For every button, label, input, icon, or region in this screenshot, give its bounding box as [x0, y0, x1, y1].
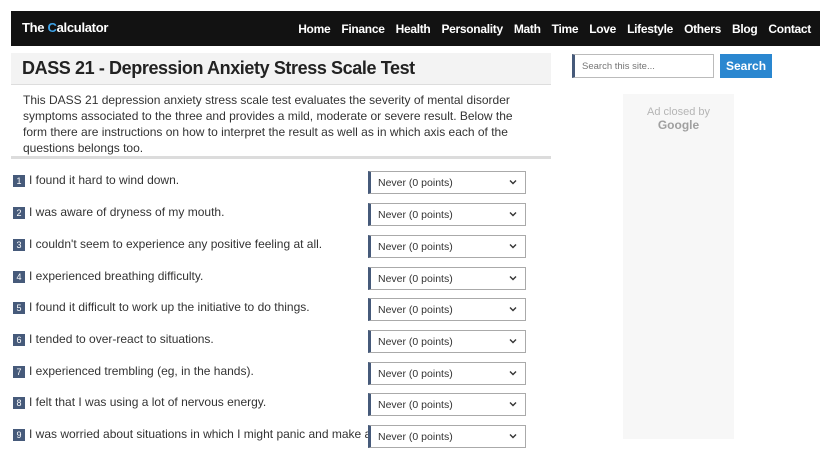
title-box: DASS 21 - Depression Anxiety Stress Scal… [11, 53, 551, 85]
nav-link-contact[interactable]: Contact [768, 22, 811, 36]
question-row: 9I was worried about situations in which… [11, 425, 551, 453]
intro-paragraph: This DASS 21 depression anxiety stress s… [23, 93, 513, 155]
logo-text-rest: alculator [56, 20, 109, 35]
chevron-down-icon [509, 339, 517, 344]
chevron-down-icon [509, 180, 517, 185]
answer-select[interactable]: Never (0 points) [368, 393, 526, 416]
question-number-badge: 7 [13, 366, 25, 378]
nav-link-math[interactable]: Math [514, 22, 541, 36]
chevron-down-icon [509, 307, 517, 312]
search-input[interactable] [575, 55, 714, 77]
nav-link-health[interactable]: Health [396, 22, 431, 36]
answer-selected-value: Never (0 points) [378, 209, 453, 221]
answer-select[interactable]: Never (0 points) [368, 203, 526, 226]
top-navigation-bar: The Calculator Home Finance Health Personal… [11, 11, 820, 46]
question-row: 4 I experienced breathing difficulty. Neve… [11, 267, 551, 295]
question-row: 6 I tended to over-react to situations. Ne… [11, 330, 551, 358]
nav-link-others[interactable]: Others [684, 22, 721, 36]
search-field[interactable] [572, 54, 714, 78]
answer-selected-value: Never (0 points) [378, 241, 453, 253]
main-nav: Home Finance Health Personality Math Time Love… [298, 11, 820, 46]
question-number-badge: 1 [13, 175, 25, 187]
answer-selected-value: Never (0 points) [378, 399, 453, 411]
question-number-badge: 6 [13, 334, 25, 346]
nav-link-love[interactable]: Love [589, 22, 616, 36]
question-row: 1 I found it hard to wind down. Never (0 p… [11, 171, 551, 199]
question-row: 7 I experienced trembling (eg, in the han… [11, 362, 551, 390]
ad-placeholder: Ad closed by Google [623, 94, 734, 439]
search-button[interactable]: Search [720, 54, 772, 78]
question-row: 8 I felt that I was using a lot of nervou… [11, 393, 551, 421]
answer-select[interactable]: Never (0 points) [368, 267, 526, 290]
main-content: DASS 21 - Depression Anxiety Stress Scal… [11, 53, 551, 159]
question-text: I experienced trembling (eg, in the hand… [29, 364, 254, 378]
nav-link-lifestyle[interactable]: Lifestyle [627, 22, 673, 36]
answer-select[interactable]: Never (0 points) [368, 330, 526, 353]
question-number-badge: 3 [13, 239, 25, 251]
question-text: I tended to over-react to situations. [29, 332, 214, 346]
answer-selected-value: Never (0 points) [378, 273, 453, 285]
answer-select[interactable]: Never (0 points) [368, 298, 526, 321]
nav-link-blog[interactable]: Blog [732, 22, 758, 36]
question-row: 3 I couldn't seem to experience any posit… [11, 235, 551, 263]
answer-select[interactable]: Never (0 points) [368, 362, 526, 385]
question-text: I felt that I was using a lot of nervous… [29, 395, 267, 409]
question-number-badge: 9 [13, 429, 25, 441]
chevron-down-icon [509, 402, 517, 407]
google-logo-text: Google [657, 118, 700, 132]
question-number-badge: 5 [13, 302, 25, 314]
chevron-down-icon [509, 244, 517, 249]
question-text: I was aware of dryness of my mouth. [29, 205, 225, 219]
question-text: I found it difficult to work up the init… [29, 300, 310, 314]
answer-selected-value: Never (0 points) [378, 304, 453, 316]
question-text: I experienced breathing difficulty. [29, 269, 204, 283]
ad-closed-text: Ad closed by [647, 106, 710, 118]
chevron-down-icon [509, 212, 517, 217]
answer-select[interactable]: Never (0 points) [368, 425, 526, 448]
question-number-badge: 4 [13, 271, 25, 283]
answer-select[interactable]: Never (0 points) [368, 171, 526, 194]
chevron-down-icon [509, 371, 517, 376]
question-number-badge: 2 [13, 207, 25, 219]
answer-select[interactable]: Never (0 points) [368, 235, 526, 258]
page-title: DASS 21 - Depression Anxiety Stress Scal… [22, 58, 415, 78]
nav-link-home[interactable]: Home [298, 22, 330, 36]
nav-link-finance[interactable]: Finance [341, 22, 385, 36]
logo-accent-letter: C [47, 20, 57, 35]
divider [11, 156, 551, 159]
answer-selected-value: Never (0 points) [378, 368, 453, 380]
question-row: 5 I found it difficult to work up the ini… [11, 298, 551, 326]
question-row: 2 I was aware of dryness of my mouth. Neve… [11, 203, 551, 231]
logo-text: The [22, 20, 48, 35]
answer-selected-value: Never (0 points) [378, 431, 453, 443]
chevron-down-icon [509, 434, 517, 439]
nav-link-time[interactable]: Time [552, 22, 579, 36]
answer-selected-value: Never (0 points) [378, 336, 453, 348]
question-text: I couldn't seem to experience any positi… [29, 237, 323, 251]
nav-link-personality[interactable]: Personality [441, 22, 503, 36]
question-number-badge: 8 [13, 397, 25, 409]
answer-selected-value: Never (0 points) [378, 177, 453, 189]
chevron-down-icon [509, 276, 517, 281]
site-logo[interactable]: The Calculator [22, 20, 108, 35]
question-text: I found it hard to wind down. [29, 173, 180, 187]
